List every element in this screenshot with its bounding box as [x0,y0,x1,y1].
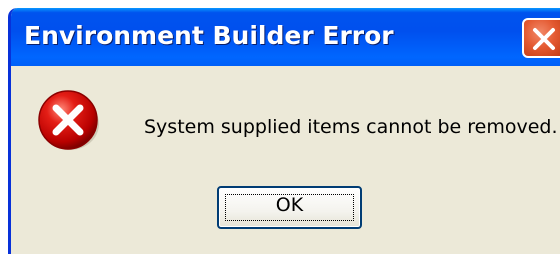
title-bar[interactable]: Environment Builder Error [11,8,560,66]
error-dialog: Environment Builder Error System supplie… [8,8,560,254]
close-icon [533,28,555,50]
dialog-body: System supplied items cannot be removed.… [11,66,560,254]
dialog-title: Environment Builder Error [24,21,394,50]
close-button[interactable] [522,18,560,58]
ok-button[interactable]: OK [217,186,362,229]
error-icon [37,88,101,152]
ok-button-label: OK [275,194,304,216]
error-message: System supplied items cannot be removed. [144,116,558,138]
